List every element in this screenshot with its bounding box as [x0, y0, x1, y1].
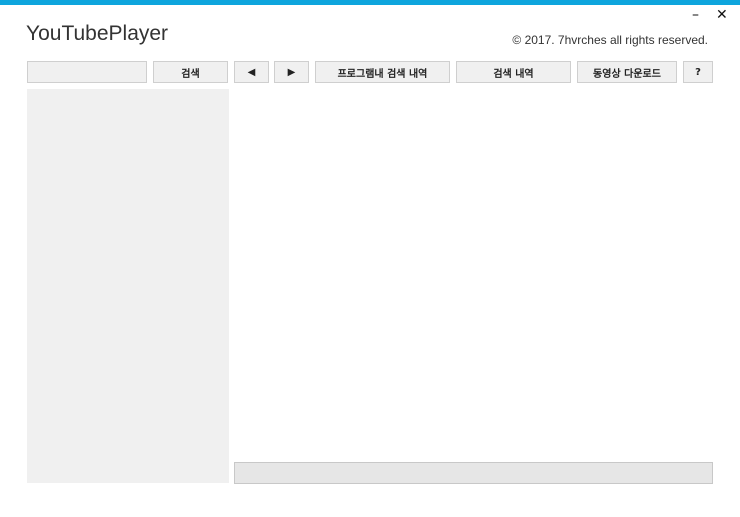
app-title: YouTubePlayer — [26, 22, 169, 45]
window-top-accent-bar — [0, 0, 740, 5]
search-history-button[interactable]: 검색 내역 — [456, 61, 571, 83]
video-player-area[interactable] — [234, 89, 713, 457]
search-results-list[interactable] — [27, 89, 229, 483]
back-button[interactable]: ◀ — [234, 61, 269, 83]
search-input[interactable] — [27, 61, 147, 83]
search-button[interactable]: 검색 — [153, 61, 228, 83]
copyright-notice: © 2017. 7hvrches all rights reserved. — [512, 33, 708, 47]
close-button[interactable]: ✕ — [716, 7, 728, 23]
help-button[interactable]: ? — [683, 61, 713, 83]
minimize-button[interactable]: – — [692, 7, 699, 23]
in-app-search-history-button[interactable]: 프로그램내 검색 내역 — [315, 61, 450, 83]
status-bar — [234, 462, 713, 484]
video-download-button[interactable]: 동영상 다운로드 — [577, 61, 677, 83]
forward-button[interactable]: ▶ — [274, 61, 309, 83]
